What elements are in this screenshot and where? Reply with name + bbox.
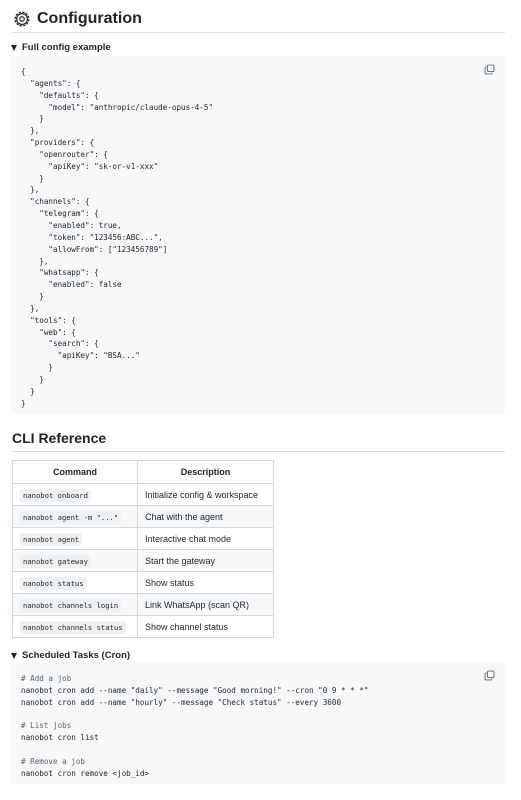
code-line: {	[21, 67, 26, 76]
description-cell: Interactive chat mode	[137, 527, 274, 550]
command-code: nanobot onboard	[20, 488, 91, 502]
code-line: },	[21, 303, 40, 313]
code-line: }	[21, 292, 44, 302]
code-line: }	[21, 374, 44, 384]
gear-icon	[14, 11, 30, 27]
page-title: Configuration	[37, 10, 142, 27]
description-cell: Initialize config & workspace	[137, 483, 274, 506]
table-row: nanobot channels status Show channel stat…	[12, 615, 274, 638]
code-line: # Add a job	[21, 674, 72, 683]
command-code: nanobot agent	[20, 532, 83, 546]
heading-divider	[12, 451, 505, 452]
code-line: "apiKey": "sk-or-v1-xxx"	[21, 161, 159, 171]
full-config-toggle[interactable]: Full config example	[11, 42, 111, 53]
command-code: nanobot status	[20, 576, 87, 590]
command-code: nanobot gateway	[20, 554, 91, 568]
table-header-row: Command Description	[12, 460, 274, 484]
scheduled-tasks-summary: Scheduled Tasks (Cron)	[22, 650, 131, 661]
code-line: nanobot cron remove <job_id>	[21, 768, 150, 778]
code-line: }	[21, 386, 35, 396]
description-cell: Start the gateway	[137, 549, 274, 572]
code-line: },	[21, 185, 40, 195]
code-line: nanobot cron list	[21, 733, 99, 743]
code-line: "apiKey": "BSA..."	[21, 351, 140, 361]
config-code-block: { "agents": { "defaults": { "model": "an…	[11, 56, 505, 414]
code-line: }	[21, 398, 26, 408]
command-cell: nanobot gateway	[12, 549, 138, 572]
code-line: # List jobs	[21, 721, 72, 731]
code-line: "search": {	[21, 339, 99, 349]
code-line: "allowFrom": ["123456789"]	[21, 244, 168, 254]
code-line: "openrouter": {	[21, 149, 108, 159]
command-code: nanobot channels login	[20, 598, 122, 612]
table-row: nanobot channels login Link WhatsApp (sca…	[12, 593, 274, 616]
full-config-summary: Full config example	[22, 42, 111, 53]
code-line: "agents": {	[21, 78, 81, 88]
table-row: nanobot agent Interactive chat mode	[12, 527, 274, 550]
heading-divider	[12, 32, 505, 33]
column-header-description: Description	[137, 460, 274, 484]
code-line: "telegram": {	[21, 209, 99, 219]
code-line: "web": {	[21, 327, 76, 337]
code-line: }	[21, 173, 44, 183]
command-cell: nanobot status	[12, 571, 138, 594]
table-row: nanobot status Show status	[12, 571, 274, 594]
cron-code-block: # Add a job nanobot cron add --name "dai…	[11, 662, 505, 784]
code-line: nanobot cron add --name "hourly" --messa…	[21, 697, 342, 707]
code-line: },	[21, 256, 49, 266]
copy-icon[interactable]	[484, 64, 495, 75]
code-line: "model": "anthropic/claude-opus-4-5"	[21, 102, 214, 112]
triangle-down-icon	[11, 652, 17, 659]
code-line: "channels": {	[21, 197, 90, 207]
description-cell: Chat with the agent	[137, 505, 274, 528]
code-line: # Remove a job	[21, 756, 86, 766]
command-code: nanobot channels status	[20, 620, 126, 634]
code-line: nanobot cron add --name "daily" --messag…	[21, 685, 369, 695]
cli-reference-heading: CLI Reference	[12, 430, 107, 446]
code-line: "tools": {	[21, 315, 76, 325]
code-line: "defaults": {	[21, 90, 99, 100]
command-cell: nanobot channels login	[12, 593, 138, 616]
cron-code: # Add a job nanobot cron add --name "dai…	[21, 673, 368, 780]
code-line: }	[21, 363, 54, 373]
command-cell: nanobot channels status	[12, 615, 138, 638]
column-header-command: Command	[12, 460, 138, 484]
code-line: "enabled": true,	[21, 220, 122, 230]
command-cell: nanobot agent	[12, 527, 138, 550]
code-line: "providers": {	[21, 138, 95, 148]
description-cell: Show status	[137, 571, 274, 594]
table-row: nanobot onboard Initialize config & works…	[12, 483, 274, 506]
code-line: "whatsapp": {	[21, 268, 99, 278]
description-cell: Link WhatsApp (scan QR)	[137, 593, 274, 616]
scheduled-tasks-toggle[interactable]: Scheduled Tasks (Cron)	[11, 650, 130, 661]
description-cell: Show channel status	[137, 615, 274, 638]
code-line: "enabled": false	[21, 280, 122, 290]
command-cell: nanobot onboard	[12, 483, 138, 506]
command-cell: nanobot agent -m "..."	[12, 505, 138, 528]
code-line: "token": "123456:ABC...",	[21, 232, 163, 242]
config-code: { "agents": { "defaults": { "model": "an…	[21, 66, 213, 409]
table-row: nanobot agent -m "..." Chat with the agen…	[12, 505, 274, 528]
cli-reference-table: Command Description nanobot onboard Initi…	[12, 460, 274, 638]
command-code: nanobot agent -m "..."	[20, 510, 122, 524]
configuration-heading: Configuration	[13, 8, 142, 30]
code-line: }	[21, 114, 44, 124]
code-line: },	[21, 126, 40, 136]
triangle-down-icon	[11, 44, 17, 51]
copy-icon[interactable]	[484, 670, 495, 681]
table-row: nanobot gateway Start the gateway	[12, 549, 274, 572]
